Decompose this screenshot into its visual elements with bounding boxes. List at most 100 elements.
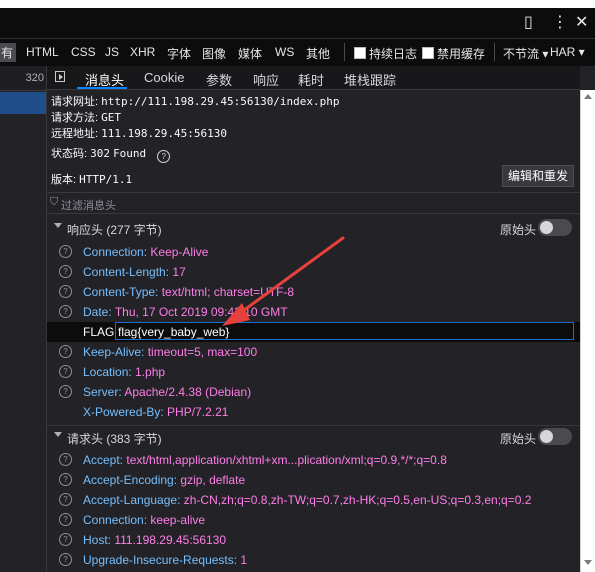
disable-cache-checkbox[interactable]: 禁用缓存 (422, 45, 485, 62)
selected-request-row[interactable] (0, 92, 46, 114)
header-name: Accept-Language: (83, 493, 181, 507)
response-header-row[interactable]: ? Server: Apache/2.4.38 (Debian) (47, 382, 580, 402)
filter-html-button[interactable]: HTML (26, 45, 59, 59)
filter-css-button[interactable]: CSS (71, 45, 96, 59)
raw-headers-label: 原始头 (500, 223, 537, 237)
request-headers-title: 请求头 (383 字节) (67, 432, 162, 446)
header-help-icon[interactable]: ? (59, 245, 72, 258)
filter-js-button[interactable]: JS (105, 45, 119, 59)
request-method-label: 请求方法: (51, 112, 99, 124)
header-name: Connection: (83, 245, 148, 259)
dock-icon[interactable]: ▯ (524, 13, 533, 33)
filter-images-button[interactable]: 图像 (202, 45, 226, 62)
http-version-label: 版本: (51, 174, 77, 186)
header-help-icon[interactable]: ? (59, 385, 72, 398)
header-help-icon[interactable]: ? (59, 365, 72, 378)
request-header-row[interactable]: ? Host: 111.198.29.45:56130 (47, 530, 580, 550)
header-value: 17 (172, 265, 186, 279)
response-header-row[interactable]: ? Keep-Alive: timeout=5, max=100 (47, 342, 580, 362)
response-header-row[interactable]: ? Content-Length: 17 (47, 262, 580, 282)
request-header-row[interactable]: ? Accept-Language: zh-CN,zh;q=0.8,zh-TW;… (47, 490, 580, 510)
remote-address-label: 远程地址: (51, 128, 99, 140)
request-type-filter-bar: 有 HTML CSS JS XHR 字体 图像 媒体 WS 其他 持续日志 禁用… (0, 38, 595, 66)
header-help-icon[interactable]: ? (59, 265, 72, 278)
toolbar-divider (344, 43, 345, 61)
edit-and-resend-button[interactable]: 编辑和重发 (502, 165, 574, 187)
active-tab-indicator (77, 87, 127, 89)
header-help-icon[interactable]: ? (59, 453, 72, 466)
header-value: PHP/7.2.21 (167, 405, 229, 419)
scroll-down-arrow-icon[interactable] (584, 560, 592, 565)
filter-headers-input[interactable]: ⛉ 过滤消息头 (47, 192, 580, 214)
filter-headers-placeholder: 过滤消息头 (61, 200, 116, 212)
filter-icon: ⛉ (50, 196, 59, 208)
header-name: Server: (83, 385, 122, 399)
throttle-select[interactable]: 不节流 ▾ (503, 45, 548, 62)
header-name: Accept: (83, 453, 124, 467)
header-help-icon[interactable]: ? (59, 553, 72, 566)
tab-cookies[interactable]: Cookie (144, 70, 184, 85)
header-help-icon[interactable]: ? (59, 305, 72, 318)
raw-headers-toggle[interactable] (538, 428, 572, 445)
expand-twisty-icon[interactable] (54, 223, 62, 228)
filter-other-button[interactable]: 其他 (306, 45, 330, 62)
request-header-row[interactable]: ? Accept-Encoding: gzip, deflate (47, 470, 580, 490)
flag-header-row[interactable]: FLAG: flag{very_baby_web} (47, 322, 580, 342)
flag-value-editor[interactable]: flag{very_baby_web} (115, 322, 574, 340)
tab-timings[interactable]: 耗时 (298, 70, 324, 89)
tab-stack-trace[interactable]: 堆栈跟踪 (344, 70, 396, 89)
header-value: keep-alive (150, 513, 206, 527)
header-help-icon[interactable]: ? (59, 533, 72, 546)
response-headers-section[interactable]: 响应头 (277 字节) 原始头 (47, 217, 580, 239)
toggle-sidebar-icon[interactable] (55, 71, 65, 82)
status-code-value: 302 (90, 147, 110, 160)
header-help-icon[interactable]: ? (59, 345, 72, 358)
scroll-up-arrow-icon[interactable] (584, 94, 592, 99)
header-value: 111.198.29.45:56130 (114, 533, 227, 547)
devtools-titlebar: ▯ ⋮ ✕ (0, 8, 595, 38)
remote-address-row: 远程地址: 111.198.29.45:56130 (51, 125, 227, 141)
request-headers-section[interactable]: 请求头 (383 字节) 原始头 (47, 425, 580, 448)
header-name: Keep-Alive: (83, 345, 145, 359)
remote-address-value: 111.198.29.45:56130 (101, 127, 227, 140)
status-code-label: 状态码: (51, 148, 88, 160)
har-menu-button[interactable]: HAR ▾ (550, 45, 585, 59)
header-value: Thu, 17 Oct 2019 09:43:10 GMT (114, 305, 288, 319)
column-header-cut[interactable]: 320 (26, 72, 44, 84)
request-url-label: 请求网址: (51, 96, 99, 108)
header-name: Content-Length: (83, 265, 170, 279)
close-icon[interactable]: ✕ (575, 13, 588, 33)
http-version-value: HTTP/1.1 (79, 173, 133, 186)
request-header-row[interactable]: ? Upgrade-Insecure-Requests: 1 (47, 550, 580, 570)
request-list-pane: 320 (0, 66, 47, 572)
raw-headers-toggle[interactable] (538, 219, 572, 236)
request-header-row[interactable]: ? Accept: text/html,application/xhtml+xm… (47, 450, 580, 470)
filter-all-button[interactable]: 有 (0, 43, 17, 62)
response-header-row[interactable]: ? Date: Thu, 17 Oct 2019 09:43:10 GMT (47, 302, 580, 322)
header-help-icon[interactable]: ? (59, 285, 72, 298)
filter-xhr-button[interactable]: XHR (130, 45, 155, 59)
filter-media-button[interactable]: 媒体 (238, 45, 262, 62)
header-name: Content-Type: (83, 285, 159, 299)
filter-fonts-button[interactable]: 字体 (167, 45, 191, 62)
persist-logs-checkbox[interactable]: 持续日志 (354, 45, 417, 62)
expand-twisty-icon[interactable] (54, 432, 62, 437)
tab-params[interactable]: 参数 (206, 70, 232, 89)
request-header-row[interactable]: ? Connection: keep-alive (47, 510, 580, 530)
response-header-row[interactable]: ? Content-Type: text/html; charset=UTF-8 (47, 282, 580, 302)
filter-ws-button[interactable]: WS (275, 45, 294, 59)
response-header-row[interactable]: ? Connection: Keep-Alive (47, 242, 580, 262)
header-value: 1 (240, 553, 248, 567)
header-help-icon[interactable]: ? (59, 513, 72, 526)
more-options-icon[interactable]: ⋮ (552, 13, 568, 33)
status-help-icon[interactable]: ? (157, 150, 171, 163)
toolbar-divider (494, 43, 495, 61)
tab-response[interactable]: 响应 (253, 70, 279, 89)
checkbox-box (422, 47, 434, 59)
vertical-scrollbar[interactable] (580, 90, 595, 572)
response-header-row[interactable]: X-Powered-By: PHP/7.2.21 (47, 402, 580, 422)
header-value: 1.php (135, 365, 166, 379)
header-help-icon[interactable]: ? (59, 473, 72, 486)
header-help-icon[interactable]: ? (59, 493, 72, 506)
response-header-row[interactable]: ? Location: 1.php (47, 362, 580, 382)
